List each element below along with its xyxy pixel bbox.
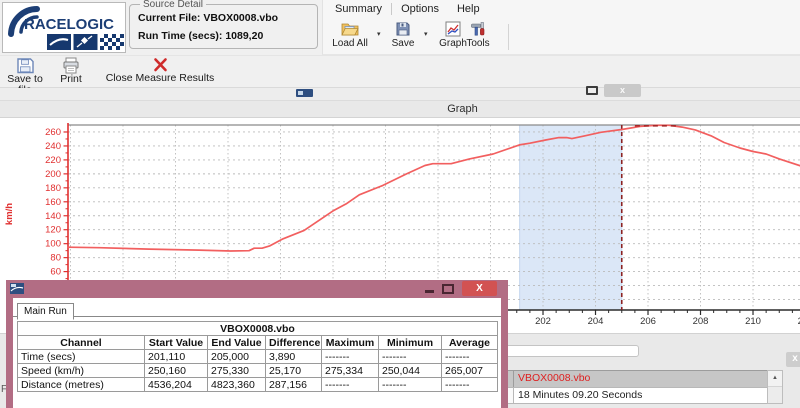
graph-icon <box>445 21 461 37</box>
file-list-scrollbar[interactable]: ▲ <box>767 370 783 404</box>
save-to-file-icon <box>16 57 35 74</box>
measure-value: ------- <box>379 378 442 392</box>
dialog-tab-strip: Main Run <box>13 300 501 317</box>
logo-satellite-icon <box>74 34 98 50</box>
measure-col-header-5: Minimum <box>379 336 442 350</box>
tools-button[interactable]: Tools <box>462 21 494 49</box>
vbox-tools-window: { "logo": { "text": "RACELOGIC" }, "sour… <box>0 0 800 408</box>
print-label: Print <box>60 73 82 85</box>
tools-icon <box>470 21 486 37</box>
menu-summary[interactable]: Summary <box>326 1 391 17</box>
close-measure-results-button[interactable]: Close Measure Results <box>98 57 222 84</box>
toolbar-separator <box>508 24 509 50</box>
measure-value: ------- <box>322 378 379 392</box>
measure-col-header-2: End Value <box>208 336 266 350</box>
measure-value: 250,160 <box>145 364 208 378</box>
measure-value: 4823,360 <box>208 378 266 392</box>
measure-value: 265,007 <box>442 364 498 378</box>
measure-row-1: Speed (km/h)250,160275,33025,170275,3342… <box>18 364 498 378</box>
file-panel-close-button[interactable]: x <box>786 352 800 367</box>
measure-value: 275,330 <box>208 364 266 378</box>
graph-status-bar <box>505 345 639 357</box>
measure-results-dialog: X Main Run VBOX0008.vboChannelStart Valu… <box>6 280 508 408</box>
background-strip <box>0 88 800 100</box>
measure-channel-name: Time (secs) <box>18 350 145 364</box>
maximize-icon[interactable] <box>586 86 598 95</box>
file-list-duration-row[interactable]: 18 Minutes 09.20 Seconds <box>513 387 768 404</box>
measure-col-header-1: Start Value <box>145 336 208 350</box>
dialog-minimize-button[interactable] <box>425 290 434 293</box>
menu-help[interactable]: Help <box>448 1 489 17</box>
measure-col-header-0: Channel <box>18 336 145 350</box>
measure-channel-name: Distance (metres) <box>18 378 145 392</box>
close-icon[interactable]: x <box>604 84 641 97</box>
print-button[interactable]: Print <box>52 57 90 85</box>
logo-text: RACELOGIC <box>24 16 114 33</box>
dialog-titlebar[interactable]: X <box>6 280 508 298</box>
load-all-dropdown-arrow[interactable]: ▾ <box>377 30 381 38</box>
measure-value: ------- <box>379 350 442 364</box>
save-label: Save <box>392 38 415 49</box>
source-detail-groupbox: Source Detail Current File: VBOX0008.vbo… <box>129 0 318 49</box>
measure-value: 4536,204 <box>145 378 208 392</box>
measure-value: 3,890 <box>266 350 322 364</box>
load-all-icon <box>341 21 359 37</box>
run-time-text: Run Time (secs): 1089,20 <box>138 30 317 42</box>
graph-caption-bar: Graph <box>0 100 800 118</box>
menu-bar: Summary Options Help <box>326 0 489 18</box>
source-detail-label: Source Detail <box>140 0 206 10</box>
measure-value: 287,156 <box>266 378 322 392</box>
close-measure-results-label: Close Measure Results <box>106 72 215 84</box>
close-measure-results-icon <box>152 57 169 73</box>
measure-col-header-4: Maximum <box>322 336 379 350</box>
measure-value: 25,170 <box>266 364 322 378</box>
measure-col-header-6: Average <box>442 336 498 350</box>
measure-value: 201,110 <box>145 350 208 364</box>
save-icon <box>395 21 411 37</box>
measure-value: ------- <box>442 378 498 392</box>
measure-col-header-3: Difference <box>266 336 322 350</box>
scroll-up-arrow-icon[interactable]: ▲ <box>768 371 782 387</box>
file-list-filename-row[interactable]: VBOX0008.vbo <box>513 370 768 388</box>
graph-caption-title: Graph <box>125 103 800 115</box>
dialog-client-area: Main Run VBOX0008.vboChannelStart ValueE… <box>13 298 501 408</box>
dialog-vbox-icon <box>10 283 24 294</box>
load-all-button[interactable]: Load All <box>326 21 374 49</box>
dialog-maximize-button[interactable] <box>442 284 454 294</box>
measure-row-0: Time (secs)201,110205,0003,890----------… <box>18 350 498 364</box>
print-icon <box>62 57 80 74</box>
measure-value: 205,000 <box>208 350 266 364</box>
measure-value: ------- <box>442 350 498 364</box>
measure-results-table: VBOX0008.vboChannelStart ValueEnd ValueD… <box>17 321 498 392</box>
racelogic-logo: RACELOGIC <box>2 2 126 53</box>
measure-value: ------- <box>322 350 379 364</box>
menu-options[interactable]: Options <box>392 1 448 17</box>
measure-row-2: Distance (metres)4536,2044823,360287,156… <box>18 378 498 392</box>
measure-table-title: VBOX0008.vbo <box>18 322 498 336</box>
window-mini-icon <box>296 89 313 97</box>
logo-car-icon <box>47 34 71 50</box>
dialog-close-button[interactable]: X <box>462 281 497 296</box>
measure-value: 250,044 <box>379 364 442 378</box>
logo-checkered-flag-icon <box>100 34 124 50</box>
tools-label: Tools <box>466 38 489 49</box>
save-button[interactable]: Save <box>384 21 422 49</box>
save-dropdown-arrow[interactable]: ▾ <box>424 30 428 38</box>
load-all-label: Load All <box>332 38 368 49</box>
measure-value: 275,334 <box>322 364 379 378</box>
measure-channel-name: Speed (km/h) <box>18 364 145 378</box>
tab-main-run[interactable]: Main Run <box>17 303 74 320</box>
current-file-text: Current File: VBOX0008.vbo <box>138 12 317 24</box>
